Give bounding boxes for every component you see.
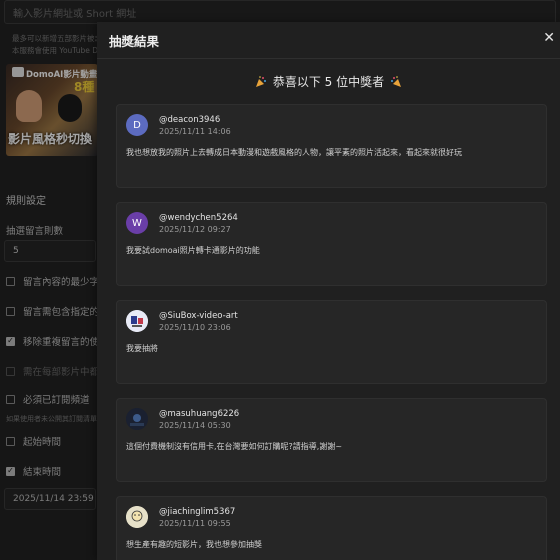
party-popper-icon	[390, 75, 402, 88]
winner-username: @jiachinglim5367	[159, 507, 236, 517]
winner-card: @SiuBox-video-art 2025/11/10 23:06 我要抽將	[116, 300, 547, 384]
comment-text: 我要試domoai照片轉卡通影片的功能	[126, 246, 260, 255]
party-popper-icon	[255, 75, 267, 88]
avatar	[126, 408, 148, 430]
avatar	[126, 310, 148, 332]
winners-headline: 恭喜以下 5 位中獎者	[97, 73, 560, 90]
winner-username: @wendychen5264	[159, 213, 238, 223]
comment-text: 想生產有趣的短影片，我也想參加抽獎	[126, 540, 262, 549]
comment-time: 2025/11/11 09:55	[159, 519, 231, 528]
winner-card: D @deacon3946 2025/11/11 14:06 我也想放我的照片上…	[116, 104, 547, 188]
comment-text: 我也想放我的照片上去轉成日本動漫和遊戲風格的人物，讓平素的照片活起來，看起來就很…	[126, 148, 462, 157]
avatar	[126, 506, 148, 528]
headline-text: 恭喜以下 5 位中獎者	[272, 75, 385, 89]
comment-time: 2025/11/14 05:30	[159, 421, 231, 430]
winner-card: W @wendychen5264 2025/11/12 09:27 我要試dom…	[116, 202, 547, 286]
winner-username: @SiuBox-video-art	[159, 311, 238, 321]
comment-time: 2025/11/11 14:06	[159, 127, 231, 136]
winner-card: @masuhuang6226 2025/11/14 05:30 這個付費機制沒有…	[116, 398, 547, 482]
winner-username: @deacon3946	[159, 115, 221, 125]
comment-time: 2025/11/12 09:27	[159, 225, 231, 234]
comment-time: 2025/11/10 23:06	[159, 323, 231, 332]
avatar: W	[126, 212, 148, 234]
winner-card: @jiachinglim5367 2025/11/11 09:55 想生產有趣的…	[116, 496, 547, 560]
results-dialog: 抽獎結果 ✕ 恭喜以下 5 位中獎者 D @deacon3946 2025/11…	[97, 22, 560, 560]
comment-text: 我要抽將	[126, 344, 158, 353]
dialog-title: 抽獎結果	[109, 33, 160, 49]
winner-username: @masuhuang6226	[159, 409, 240, 419]
close-icon[interactable]: ✕	[543, 30, 555, 46]
dialog-header: 抽獎結果 ✕	[97, 22, 560, 59]
comment-text: 這個付費機制沒有信用卡,在台灣要如何訂購呢?請指導,謝謝~	[126, 442, 343, 451]
avatar: D	[126, 114, 148, 136]
